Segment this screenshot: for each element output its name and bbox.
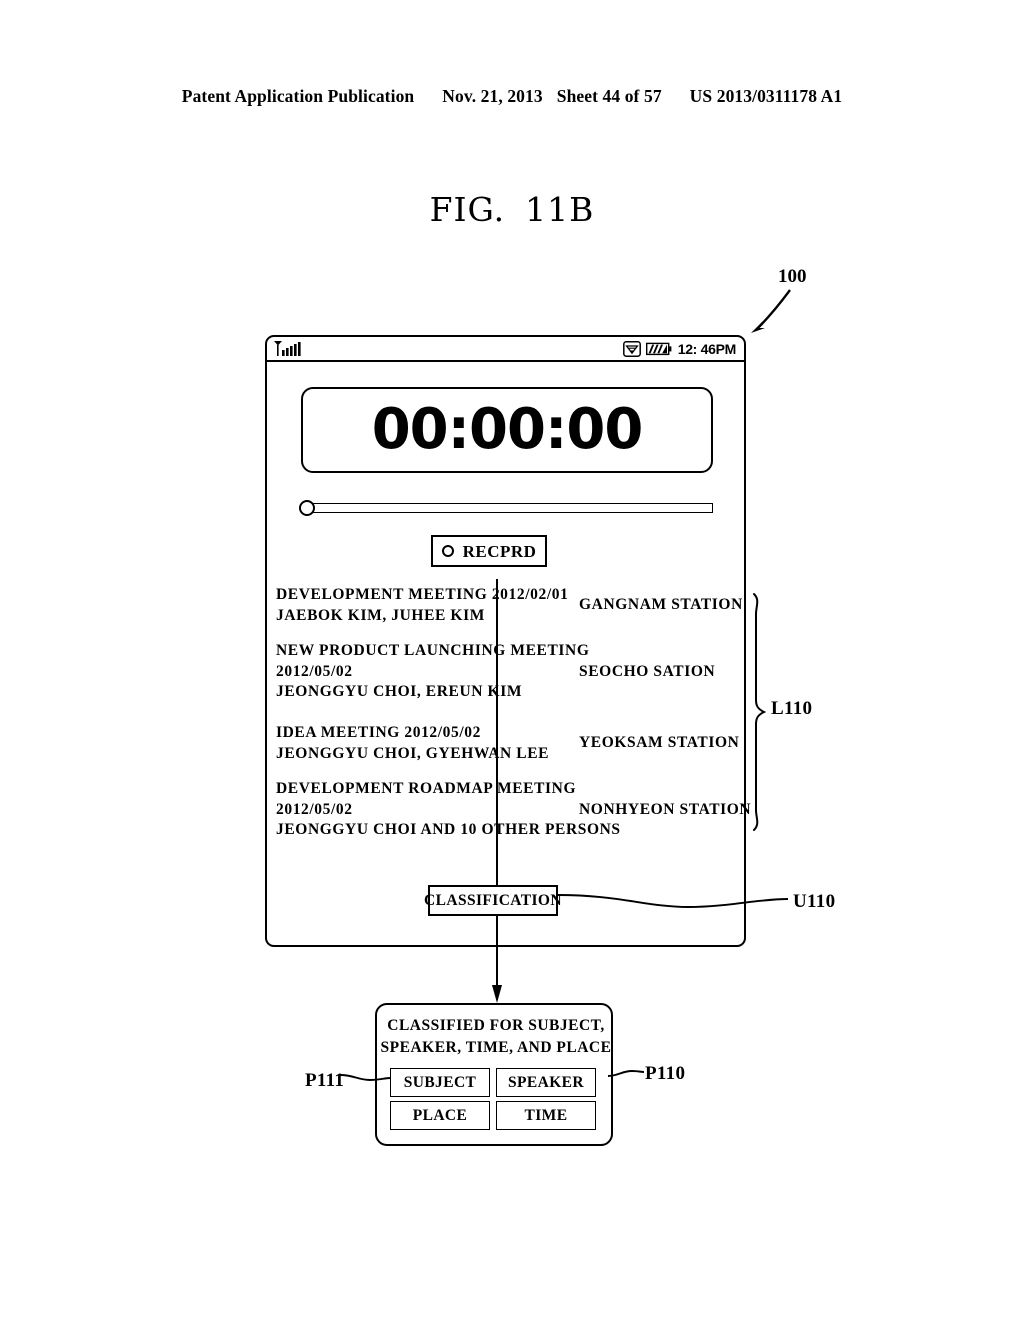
meeting-title-line: IDEA MEETING 2012/05/02 <box>276 724 481 741</box>
meeting-speakers-line: JEONGGYU CHOI, GYEHWAN LEE <box>276 744 550 762</box>
list-item[interactable]: NEW PRODUCT LAUNCHING MEETING 2012/05/02… <box>267 641 744 703</box>
popup-button-speaker-label: SPEAKER <box>507 1073 584 1091</box>
meeting-place: NONHYEON STATION <box>579 801 752 818</box>
meeting-info: IDEA MEETING 2012/05/02 JEONGGYU CHOI, G… <box>267 723 579 764</box>
meeting-speakers-line: JEONGGYU CHOI AND 10 OTHER PERSONS <box>276 821 621 838</box>
meeting-speakers-line: JAEBOK KIM, JUHEE KIM <box>276 606 485 624</box>
meeting-title-line: DEVELOPMENT ROADMAP MEETING <box>276 780 577 797</box>
meeting-place: YEOKSAM STATION <box>579 734 740 751</box>
meeting-info: NEW PRODUCT LAUNCHING MEETING 2012/05/02… <box>267 641 590 703</box>
figure-number: 11B <box>525 190 595 229</box>
meeting-place: GANGNAM STATION <box>579 596 743 613</box>
wifi-icon <box>622 340 641 357</box>
popup-button-subject[interactable]: SUBJECT <box>390 1068 490 1097</box>
status-bar-right: 12: 46PM <box>622 340 737 357</box>
meeting-title-line: NEW PRODUCT LAUNCHING MEETING <box>276 642 590 659</box>
popup-button-time-label: TIME <box>524 1106 568 1124</box>
mobile-device-frame: 12: 46PM 00:00:00 RECPRD DEVELOPMENT MEE… <box>265 335 751 947</box>
popup-message: CLASSIFIED FOR SUBJECT, SPEAKER, TIME, A… <box>377 1015 615 1059</box>
popup-leader-line <box>608 1070 644 1077</box>
sheet-number: Sheet 44 of 57 <box>556 86 662 106</box>
list-item[interactable]: DEVELOPMENT ROADMAP MEETING 2012/05/02 J… <box>267 779 751 841</box>
classification-popup: CLASSIFIED FOR SUBJECT, SPEAKER, TIME, A… <box>375 1003 613 1146</box>
meeting-list: DEVELOPMENT MEETING 2012/02/01 JAEBOK KI… <box>267 585 751 865</box>
meeting-title-line: DEVELOPMENT MEETING 2012/02/01 <box>276 586 569 603</box>
device-reference-arrow-icon <box>751 289 791 333</box>
publication-date: Nov. 21, 2013 <box>442 86 543 106</box>
meeting-info: DEVELOPMENT MEETING 2012/02/01 JAEBOK KI… <box>267 585 579 626</box>
slider-knob[interactable] <box>299 500 315 516</box>
popup-reference-label: P110 <box>645 1063 686 1084</box>
status-bar: 12: 46PM <box>267 337 744 362</box>
patent-number: US 2013/0311178 A1 <box>689 86 843 106</box>
signal-bars-icon <box>274 341 301 356</box>
meeting-place: SEOCHO SATION <box>579 663 716 680</box>
meeting-date-line: 2012/05/02 <box>276 662 353 680</box>
device-reference-label: 100 <box>778 266 807 287</box>
playback-slider[interactable] <box>299 497 715 519</box>
record-button-label: RECPRD <box>462 541 537 561</box>
popup-button-subject-label: SUBJECT <box>403 1073 477 1091</box>
flow-connector-arrow-icon <box>492 579 502 1003</box>
classification-reference-label: U110 <box>793 891 836 912</box>
popup-button-speaker[interactable]: SPEAKER <box>496 1068 596 1097</box>
popup-buttons-reference-label: P111 <box>305 1070 345 1091</box>
popup-button-group: SUBJECT SPEAKER PLACE TIME <box>390 1068 602 1130</box>
list-item[interactable]: IDEA MEETING 2012/05/02 JEONGGYU CHOI, G… <box>267 723 744 764</box>
popup-button-place-label: PLACE <box>412 1106 468 1124</box>
popup-message-line1: CLASSIFIED FOR SUBJECT, <box>387 1017 605 1034</box>
list-reference-label: L110 <box>771 698 813 719</box>
figure-title: FIG. 11B <box>0 190 1024 229</box>
popup-message-line2: SPEAKER, TIME, AND PLACE <box>380 1039 612 1056</box>
popup-buttons-leader-line <box>340 1074 390 1081</box>
record-circle-icon <box>441 545 454 557</box>
publication-label: Patent Application Publication <box>181 86 415 106</box>
patent-page-header: Patent Application Publication Nov. 21, 2… <box>0 86 1024 107</box>
classification-leader-line <box>558 894 788 908</box>
meeting-info: DEVELOPMENT ROADMAP MEETING 2012/05/02 J… <box>267 779 621 841</box>
meeting-speakers-line: JEONGGYU CHOI, EREUN KIM <box>276 683 523 700</box>
popup-button-time[interactable]: TIME <box>496 1101 596 1130</box>
slider-track[interactable] <box>307 503 713 513</box>
list-item[interactable]: DEVELOPMENT MEETING 2012/02/01 JAEBOK KI… <box>267 585 744 626</box>
meeting-date-line: 2012/05/02 <box>276 800 353 818</box>
popup-button-place[interactable]: PLACE <box>390 1101 490 1130</box>
classification-button[interactable]: CLASSIFICATION <box>424 885 562 916</box>
record-button[interactable]: RECPRD <box>431 535 547 567</box>
status-bar-clock: 12: 46PM <box>677 340 737 357</box>
battery-icon <box>645 342 672 355</box>
classification-button-label: CLASSIFICATION <box>424 891 562 909</box>
timer-display: 00:00:00 <box>301 387 713 473</box>
timer-value: 00:00:00 <box>371 397 644 462</box>
figure-label: FIG. <box>429 190 506 229</box>
status-bar-left <box>274 341 304 356</box>
